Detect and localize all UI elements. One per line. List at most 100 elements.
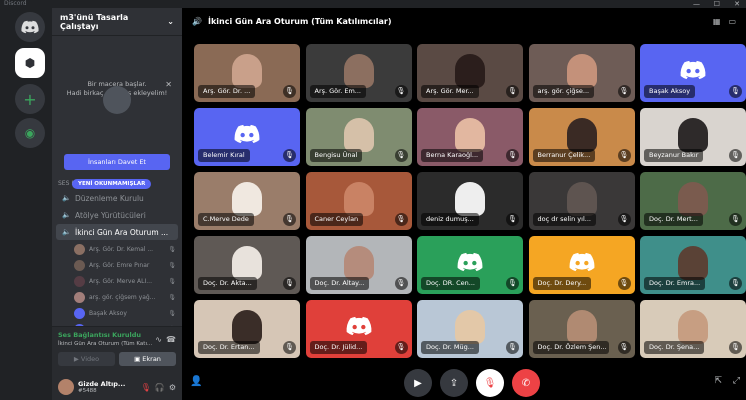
participant-name: Doç. Dr. Altay... xyxy=(309,277,370,290)
participant-tile[interactable]: Doç. Dr. Jülid... 🎙 xyxy=(305,300,412,358)
stage-header: 🔊 İkinci Gün Ara Oturum (Tüm Katılımcıla… xyxy=(182,8,746,34)
participant-video xyxy=(678,310,708,344)
invite-people-button[interactable]: İnsanları Davet Et xyxy=(64,154,170,170)
participant-name: Arş. Gör. Em... xyxy=(309,85,366,98)
participant-tile[interactable]: Doç. Dr. Müg... 🎙 xyxy=(417,300,523,358)
participant-tile[interactable]: Doç. Dr. Akta... 🎙 xyxy=(194,236,300,294)
voice-user[interactable]: Arş. Gör. Merve ALI... 🎙 xyxy=(52,273,182,289)
muted-mic-icon: 🎙 xyxy=(283,213,296,226)
participant-tile[interactable]: arş. gör. çiğse... 🎙 xyxy=(528,44,635,102)
muted-mic-icon: 🎙 xyxy=(394,149,408,162)
mute-button[interactable]: 🎙 xyxy=(476,369,504,397)
muted-mic-icon: 🎙 xyxy=(506,149,519,162)
server-header[interactable]: m3'ünü Tasarla Çalıştayı ⌄ xyxy=(52,8,182,36)
participant-tile[interactable]: Arş. Gör. Em... 🎙 xyxy=(305,44,412,102)
chat-icon[interactable]: ▭ xyxy=(728,17,736,26)
voice-user-name: Başak Aksoy xyxy=(89,309,127,317)
noise-icon[interactable]: ∿ xyxy=(155,335,162,344)
muted-mic-icon: 🎙 xyxy=(394,213,408,226)
participant-name: Berna Karaoğl... xyxy=(421,149,484,162)
participant-video xyxy=(455,182,485,216)
channel-item[interactable]: 🔈 Atölye Yürütücüleri xyxy=(56,207,178,223)
participant-name: C.Merve Dede xyxy=(198,213,254,226)
muted-mic-icon: 🎙 xyxy=(506,85,519,98)
close-window-icon[interactable]: ✕ xyxy=(734,0,740,8)
participant-tile[interactable]: Başak Aksoy 🎙 xyxy=(640,44,746,102)
new-unreads-pill[interactable]: YENİ OKUNMAMIŞLAR xyxy=(72,179,152,189)
screen-share-button[interactable]: ▣ Ekran xyxy=(119,352,176,366)
hang-up-button[interactable]: ✆ xyxy=(512,369,540,397)
participant-video xyxy=(232,54,262,88)
minimize-icon[interactable]: — xyxy=(693,0,700,8)
camera-icon: ▶ xyxy=(73,355,81,363)
video-button[interactable]: ▶ Video xyxy=(58,352,115,366)
participant-video xyxy=(566,118,597,152)
muted-mic-icon: 🎙 xyxy=(729,341,742,354)
muted-mic-icon: 🎙 xyxy=(394,85,408,98)
muted-mic-icon: 🎙 xyxy=(506,213,519,226)
share-screen-button[interactable]: ⇪ xyxy=(440,369,468,397)
participant-tile[interactable]: Berna Karaoğl... 🎙 xyxy=(417,108,523,166)
add-server-icon[interactable]: + xyxy=(15,84,45,114)
participant-name: Doç. Dr. Müg... xyxy=(421,341,479,354)
participant-name: deniz dumuş... xyxy=(421,213,479,226)
participant-tile[interactable]: Belemir Kıral 🎙 xyxy=(194,108,300,166)
close-icon[interactable]: ✕ xyxy=(165,80,172,89)
muted-mic-icon: 🎙 xyxy=(168,245,176,253)
participant-tile[interactable]: Arş. Gör. Dr. ... 🎙 xyxy=(194,44,300,102)
participant-tile[interactable]: Doç. Dr. Özlem Şen... 🎙 xyxy=(528,300,635,358)
participant-name: Başak Aksoy xyxy=(644,85,696,98)
disconnect-icon[interactable]: ☎ xyxy=(166,335,176,344)
category-voice-channels[interactable]: SES KANALLARI YENİ OKUNMAMIŞLAR xyxy=(52,179,182,189)
chevron-down-icon: ⌄ xyxy=(167,17,174,26)
maximize-icon[interactable]: ☐ xyxy=(714,0,720,8)
participant-tile[interactable]: Doç. Dr. Altay... 🎙 xyxy=(305,236,412,294)
participant-tile[interactable]: Doç. Dr. Ertan... 🎙 xyxy=(194,300,300,358)
gear-icon[interactable]: ⚙ xyxy=(169,383,176,392)
grid-layout-icon[interactable]: ▦ xyxy=(713,17,721,26)
explore-icon[interactable]: ◉ xyxy=(15,118,45,148)
voice-user[interactable]: Başak Aksoy 🎙 xyxy=(52,305,182,321)
avatar xyxy=(74,307,85,319)
participant-tile[interactable]: Bengisu Ünal 🎙 xyxy=(305,108,412,166)
server-icon-m3[interactable]: ⬢ xyxy=(15,48,45,78)
participant-tile[interactable]: Doç. Dr. Dery... 🎙 xyxy=(528,236,635,294)
participant-name: Arş. Gör. Dr. ... xyxy=(198,85,256,98)
channel-item[interactable]: 🔈 İkinci Gün Ara Oturum ... xyxy=(56,224,178,240)
muted-mic-icon: 🎙 xyxy=(506,341,519,354)
participant-tile[interactable]: C.Merve Dede 🎙 xyxy=(194,172,300,230)
camera-button[interactable]: ▶ xyxy=(404,369,432,397)
participant-tile[interactable]: Beyzanur Bakır 🎙 xyxy=(640,108,746,166)
channel-item[interactable]: 🔈 Düzenleme Kurulu xyxy=(56,190,178,206)
muted-mic-icon: 🎙 xyxy=(168,293,176,301)
participant-name: Arş. Gör. Mer... xyxy=(421,85,479,98)
muted-mic-icon: 🎙 xyxy=(729,213,742,226)
muted-mic-icon: 🎙 xyxy=(729,149,742,162)
fullscreen-icon[interactable]: ⤢ xyxy=(733,376,740,386)
participant-tile[interactable]: Doç. DR. Cen... 🎙 xyxy=(417,236,523,294)
participant-tile[interactable]: Arş. Gör. Mer... 🎙 xyxy=(417,44,523,102)
add-person-icon[interactable]: 👤 xyxy=(190,376,202,387)
muted-mic-icon: 🎙 xyxy=(729,85,742,98)
popout-icon[interactable]: ⇱ xyxy=(714,376,722,386)
stage-title: İkinci Gün Ara Oturum (Tüm Katılımcılar) xyxy=(207,16,392,26)
participant-tile[interactable]: Caner Ceylan 🎙 xyxy=(305,172,412,230)
participant-video xyxy=(343,246,374,280)
participant-video xyxy=(678,246,708,280)
speaker-icon: 🔈 xyxy=(62,211,71,219)
voice-user[interactable]: Arş. Gör. Emre Pınar 🎙 xyxy=(52,257,182,273)
participant-name: Doç. Dr. Mert... xyxy=(644,213,703,226)
discord-home-icon[interactable] xyxy=(15,12,45,42)
participant-tile[interactable]: doç dr selin yıl... 🎙 xyxy=(528,172,635,230)
participant-tile[interactable]: Doç. Dr. Mert... 🎙 xyxy=(640,172,746,230)
voice-user[interactable]: arş. gör. çiğsem yağ... 🎙 xyxy=(52,289,182,305)
participant-tile[interactable]: deniz dumuş... 🎙 xyxy=(417,172,523,230)
avatar[interactable] xyxy=(58,379,74,395)
mute-mic-icon[interactable]: 🎙 xyxy=(141,383,151,392)
participant-tile[interactable]: Doç. Dr. Şena... 🎙 xyxy=(640,300,746,358)
participant-tile[interactable]: Berranur Çelik... 🎙 xyxy=(528,108,635,166)
participant-name: Doç. Dr. Akta... xyxy=(198,277,257,290)
participant-tile[interactable]: Doç. Dr. Emra... 🎙 xyxy=(640,236,746,294)
voice-user[interactable]: Arş. Gör. Dr. Kemal ... 🎙 xyxy=(52,241,182,257)
headphones-icon[interactable]: 🎧 xyxy=(155,383,165,392)
